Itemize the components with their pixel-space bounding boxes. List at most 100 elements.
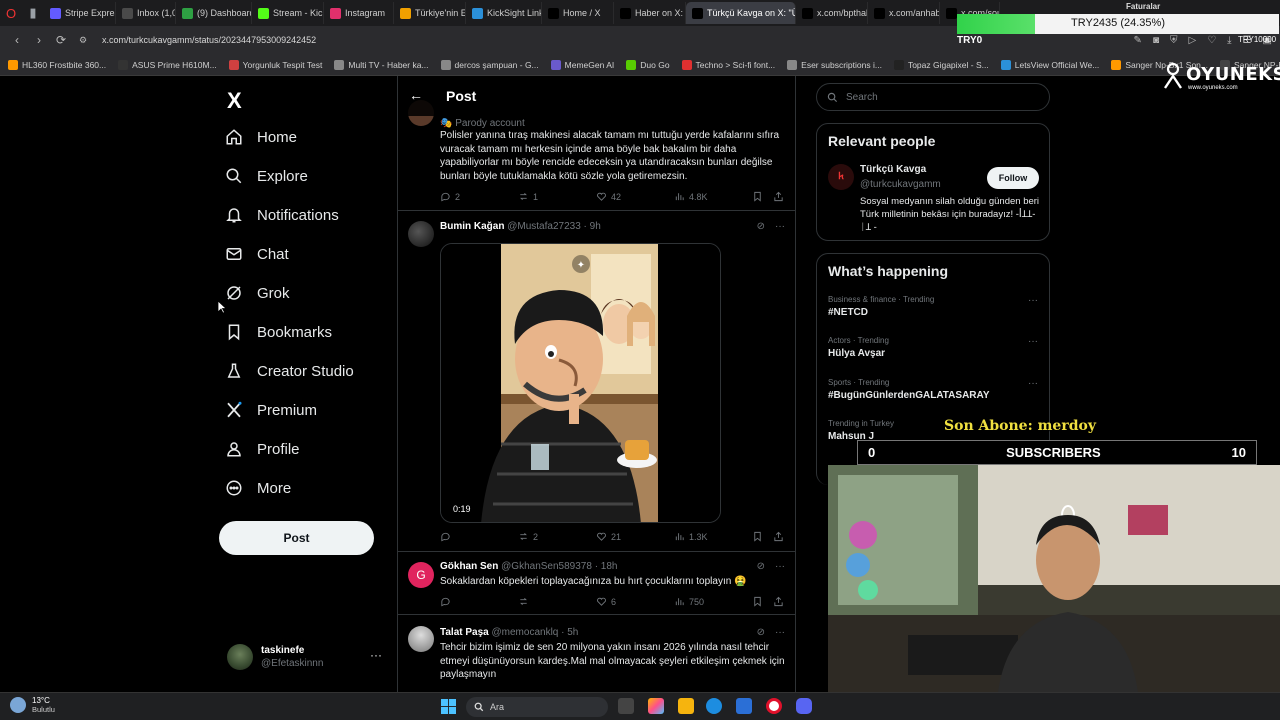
video-player[interactable]: ✦ 0:19 bbox=[440, 243, 721, 523]
repost-button[interactable]: 2 bbox=[518, 531, 538, 542]
taskbar-search-input[interactable]: Ara bbox=[466, 697, 608, 717]
trend-item[interactable]: Business & finance · Trending #NETCD ··· bbox=[828, 295, 1038, 318]
url-field[interactable]: x.com/turkcukavgamm/status/2023447953009… bbox=[102, 35, 316, 45]
nav-bookmarks[interactable]: Bookmarks bbox=[225, 323, 332, 341]
reply-button[interactable]: 2 bbox=[440, 191, 460, 202]
follow-button[interactable]: Follow bbox=[987, 167, 1039, 189]
bookmark-item[interactable]: Topaz Gigapixel - S... bbox=[893, 59, 989, 70]
browser-tab[interactable]: Inbox (1,089) bbox=[116, 2, 176, 24]
opera-logo-icon[interactable]: O bbox=[0, 0, 22, 26]
share-button[interactable] bbox=[773, 531, 784, 542]
trend-item[interactable]: Actors · Trending Hülya Avşar ··· bbox=[828, 336, 1038, 359]
reply-button[interactable] bbox=[440, 531, 455, 542]
download-icon[interactable]: ⤓ bbox=[1227, 35, 1231, 46]
nav-profile[interactable]: Profile bbox=[225, 440, 300, 458]
bookmark-item[interactable]: Eser subscriptions i... bbox=[787, 59, 882, 70]
person-name[interactable]: Türkçü Kavga bbox=[860, 164, 926, 175]
back-arrow-icon[interactable]: ← bbox=[409, 87, 423, 103]
share-button[interactable] bbox=[773, 191, 784, 202]
more-horizontal-icon[interactable]: ··· bbox=[1028, 295, 1038, 306]
bookmark-button[interactable] bbox=[752, 531, 763, 542]
browser-tab[interactable]: KickSight Link bbox=[466, 2, 542, 24]
bookmark-button[interactable] bbox=[752, 596, 763, 607]
sidebar-toggle-icon[interactable]: ▮ bbox=[22, 0, 44, 26]
bookmark-item[interactable]: MemeGen AI bbox=[550, 59, 614, 70]
weather-widget[interactable]: 13°C Bulutlu bbox=[10, 696, 55, 714]
search-input[interactable]: Search bbox=[816, 83, 1050, 111]
more-horizontal-icon[interactable]: ··· bbox=[775, 221, 785, 232]
browser-tab[interactable]: Haber on X: "A bbox=[614, 2, 686, 24]
bookmark-item[interactable]: Yorgunluk Tespit Test bbox=[228, 59, 322, 70]
browser-tab[interactable]: Instagram bbox=[324, 2, 394, 24]
browser-tab[interactable]: Stream - Kick D bbox=[252, 2, 324, 24]
like-button[interactable]: 21 bbox=[596, 531, 621, 542]
camera-icon[interactable]: ◙ bbox=[1153, 35, 1159, 46]
grok-icon[interactable]: ⊘ bbox=[757, 627, 765, 638]
nav-more[interactable]: More bbox=[225, 479, 291, 497]
trend-item[interactable]: Sports · Trending #BugünGünlerdenGALATAS… bbox=[828, 378, 1038, 401]
discord-icon[interactable] bbox=[796, 698, 812, 714]
more-horizontal-icon[interactable]: ··· bbox=[775, 627, 785, 638]
bookmark-item[interactable]: dercos şampuan - G... bbox=[440, 59, 539, 70]
tweet-reply[interactable]: G Gökhan Sen @GkhanSen589378 · 18h ⊘ ···… bbox=[398, 552, 795, 615]
repost-button[interactable]: 1 bbox=[518, 191, 538, 202]
share-button[interactable] bbox=[773, 596, 784, 607]
nav-premium[interactable]: Premium bbox=[225, 401, 317, 419]
heart-icon[interactable]: ♡ bbox=[1207, 35, 1216, 46]
edit-icon[interactable]: ✎ bbox=[1134, 35, 1142, 46]
more-horizontal-icon[interactable]: ··· bbox=[1028, 378, 1038, 389]
more-horizontal-icon[interactable]: ··· bbox=[1028, 336, 1038, 347]
windows-start-icon[interactable] bbox=[441, 699, 456, 714]
views-button[interactable]: 750 bbox=[674, 596, 704, 607]
tweet-reply[interactable]: Bumin Kağan @Mustafa27233 · 9h ⊘ ··· ✦ 0… bbox=[398, 211, 795, 552]
task-view-icon[interactable] bbox=[618, 698, 634, 714]
bookmark-item[interactable]: LetsView Official We... bbox=[1000, 59, 1099, 70]
bookmark-item[interactable]: ASUS Prime H610M... bbox=[118, 59, 217, 70]
nav-creator-studio[interactable]: Creator Studio bbox=[225, 362, 354, 380]
browser-tab[interactable]: (9) Dashboard bbox=[176, 2, 252, 24]
like-button[interactable]: 6 bbox=[596, 596, 616, 607]
play-icon[interactable]: ▷ bbox=[1188, 35, 1196, 46]
browser-tab[interactable]: x.com/anhabe bbox=[868, 2, 940, 24]
opera-icon[interactable] bbox=[766, 698, 782, 714]
grok-icon[interactable]: ⊘ bbox=[757, 561, 765, 572]
browser-tab[interactable]: Stripe Express bbox=[44, 2, 116, 24]
shield-icon[interactable]: ⛨ bbox=[1170, 35, 1178, 46]
browser-tab[interactable]: x.com/bpthaber bbox=[796, 2, 868, 24]
reply-button[interactable] bbox=[440, 596, 455, 607]
tweet-text: Polisler yanına tıraş makinesi alacak ta… bbox=[440, 130, 780, 182]
nav-explore[interactable]: Explore bbox=[225, 167, 308, 185]
views-button[interactable]: 4.8K bbox=[674, 191, 708, 202]
copilot-icon[interactable] bbox=[648, 698, 664, 714]
nav-grok[interactable]: Grok bbox=[225, 284, 290, 302]
nav-home[interactable]: Home bbox=[225, 128, 297, 146]
grok-icon[interactable]: ⊘ bbox=[757, 221, 765, 232]
tweet-reply[interactable]: Talat Paşa @memocanklq · 5h ⊘ ··· Tehcir… bbox=[398, 615, 795, 692]
bookmark-item[interactable]: Multi TV - Haber ka... bbox=[334, 59, 429, 70]
forward-icon[interactable]: › bbox=[28, 33, 50, 47]
browser-tab[interactable]: Türkiye'nin En bbox=[394, 2, 466, 24]
bookmark-item[interactable]: HL360 Frostbite 360... bbox=[8, 59, 106, 70]
browser-tab[interactable]: Home / X bbox=[542, 2, 614, 24]
like-button[interactable]: 42 bbox=[596, 191, 621, 202]
x-logo-icon[interactable]: X bbox=[227, 88, 242, 114]
more-horizontal-icon[interactable]: ··· bbox=[775, 561, 785, 572]
browser-tab[interactable]: Türkçü Kavga on X: "Ülke× bbox=[686, 2, 796, 24]
edge-icon[interactable] bbox=[706, 698, 722, 714]
bookmark-item[interactable]: Duo Go bbox=[626, 59, 670, 70]
store-icon[interactable] bbox=[736, 698, 752, 714]
nav-chat[interactable]: Chat bbox=[225, 245, 289, 263]
post-button[interactable]: Post bbox=[219, 521, 374, 555]
bookmark-button[interactable] bbox=[752, 191, 763, 202]
back-icon[interactable]: ‹ bbox=[6, 33, 28, 47]
nav-notifications[interactable]: Notifications bbox=[225, 206, 339, 224]
more-horizontal-icon[interactable]: ··· bbox=[370, 648, 382, 662]
repost-button[interactable] bbox=[518, 596, 533, 607]
views-button[interactable]: 1.3K bbox=[674, 531, 708, 542]
account-switcher[interactable]: taskinefe @Efetaskinnn ··· bbox=[227, 642, 387, 678]
site-info-icon[interactable]: ⚙ bbox=[72, 35, 94, 46]
bookmark-icon bbox=[754, 531, 761, 542]
file-explorer-icon[interactable] bbox=[678, 698, 694, 714]
bookmark-item[interactable]: Techno > Sci-fi font... bbox=[681, 59, 775, 70]
reload-icon[interactable]: ⟳ bbox=[50, 33, 72, 47]
